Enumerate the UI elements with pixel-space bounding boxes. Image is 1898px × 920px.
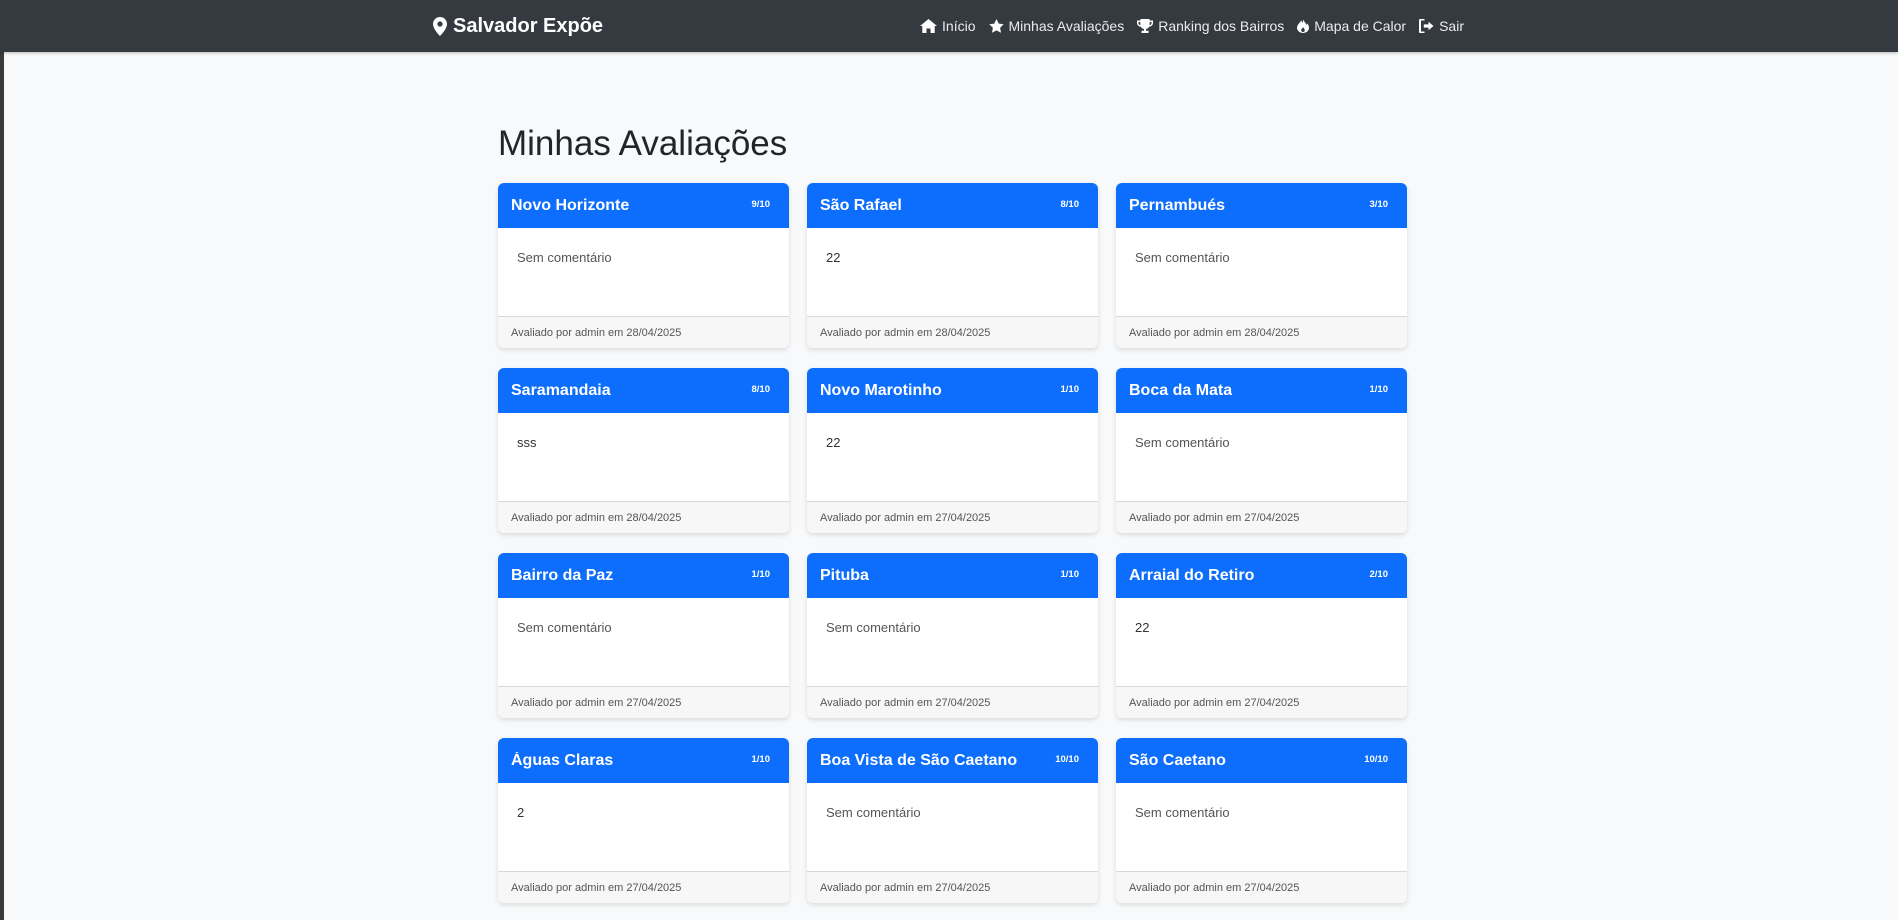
review-footer: Avaliado por admin em 28/04/2025 [498, 316, 789, 348]
review-comment: 22 [826, 435, 841, 450]
card-header: Novo Marotinho 1/10 [807, 368, 1098, 413]
review-comment: Sem comentário [517, 250, 612, 265]
score-badge: 1/10 [1060, 569, 1080, 580]
review-comment: Sem comentário [1135, 435, 1230, 450]
neighborhood-name: Saramandaia [511, 381, 611, 399]
card-header: Bairro da Paz 1/10 [498, 553, 789, 598]
review-card: Saramandaia 8/10 sss Avaliado por admin … [498, 368, 789, 533]
score-badge: 1/10 [751, 754, 771, 765]
neighborhood-name: Pituba [820, 566, 869, 584]
card-header: São Caetano 10/10 [1116, 738, 1407, 783]
score-badge: 1/10 [751, 569, 771, 580]
nav-link-inicio[interactable]: Início [920, 18, 976, 34]
review-comment: Sem comentário [1135, 250, 1230, 265]
review-comment: 2 [517, 805, 525, 820]
neighborhood-name: Águas Claras [511, 751, 614, 769]
card-header: Águas Claras 1/10 [498, 738, 789, 783]
review-footer: Avaliado por admin em 27/04/2025 [498, 686, 789, 718]
neighborhood-name: São Rafael [820, 196, 902, 214]
review-card: São Caetano 10/10 Sem comentário Avaliad… [1116, 738, 1407, 903]
score-badge: 1/10 [1060, 384, 1080, 395]
review-footer: Avaliado por admin em 28/04/2025 [807, 316, 1098, 348]
navbar: Salvador Expõe Início Minhas Avaliações [0, 0, 1898, 52]
review-footer: Avaliado por admin em 27/04/2025 [1116, 871, 1407, 903]
map-marker-icon [433, 16, 447, 36]
review-footer: Avaliado por admin em 27/04/2025 [1116, 686, 1407, 718]
review-card: Boa Vista de São Caetano 10/10 Sem comen… [807, 738, 1098, 903]
nav-link-label: Mapa de Calor [1314, 18, 1407, 34]
review-card: Novo Horizonte 9/10 Sem comentário Avali… [498, 183, 789, 348]
neighborhood-name: Boa Vista de São Caetano [820, 751, 1018, 769]
home-icon [920, 19, 938, 33]
nav-link-label: Início [942, 18, 976, 34]
review-card: Boca da Mata 1/10 Sem comentário Avaliad… [1116, 368, 1407, 533]
score-badge: 8/10 [1060, 199, 1080, 210]
score-badge: 2/10 [1369, 569, 1389, 580]
review-card: Águas Claras 1/10 2 Avaliado por admin e… [498, 738, 789, 903]
card-header: Arraial do Retiro 2/10 [1116, 553, 1407, 598]
review-comment: 22 [1135, 620, 1150, 635]
review-card: Novo Marotinho 1/10 22 Avaliado por admi… [807, 368, 1098, 533]
review-card: Arraial do Retiro 2/10 22 Avaliado por a… [1116, 553, 1407, 718]
card-header: Pernambués 3/10 [1116, 183, 1407, 228]
nav-link-minhas-avaliacoes[interactable]: Minhas Avaliações [988, 18, 1125, 34]
review-footer: Avaliado por admin em 27/04/2025 [807, 871, 1098, 903]
neighborhood-name: São Caetano [1129, 751, 1226, 769]
score-badge: 3/10 [1369, 199, 1389, 210]
card-header: Pituba 1/10 [807, 553, 1098, 598]
nav-link-ranking[interactable]: Ranking dos Bairros [1137, 18, 1284, 34]
page-title: Minhas Avaliações [498, 124, 788, 163]
card-header: Novo Horizonte 9/10 [498, 183, 789, 228]
review-footer: Avaliado por admin em 28/04/2025 [498, 501, 789, 533]
score-badge: 1/10 [1369, 384, 1389, 395]
neighborhood-name: Bairro da Paz [511, 566, 614, 584]
review-card: Pituba 1/10 Sem comentário Avaliado por … [807, 553, 1098, 718]
review-footer: Avaliado por admin em 27/04/2025 [807, 686, 1098, 718]
review-comment: Sem comentário [826, 620, 921, 635]
nav-link-label: Ranking dos Bairros [1158, 18, 1285, 34]
card-header: Boca da Mata 1/10 [1116, 368, 1407, 413]
fire-icon [1297, 19, 1310, 33]
review-card: São Rafael 8/10 22 Avaliado por admin em… [807, 183, 1098, 348]
score-badge: 8/10 [751, 384, 771, 395]
score-badge: 10/10 [1364, 754, 1388, 765]
review-card: Pernambués 3/10 Sem comentário Avaliado … [1116, 183, 1407, 348]
review-comment: Sem comentário [517, 620, 612, 635]
neighborhood-name: Novo Marotinho [820, 381, 942, 399]
neighborhood-name: Boca da Mata [1129, 381, 1233, 399]
review-footer: Avaliado por admin em 27/04/2025 [807, 501, 1098, 533]
nav-link-sair[interactable]: Sair [1419, 18, 1464, 34]
review-comment: Sem comentário [1135, 805, 1230, 820]
card-header: São Rafael 8/10 [807, 183, 1098, 228]
review-comment: Sem comentário [826, 805, 921, 820]
neighborhood-name: Novo Horizonte [511, 196, 630, 214]
brand-name: Salvador Expõe [453, 14, 604, 37]
sign-out-icon [1419, 19, 1434, 33]
card-header: Saramandaia 8/10 [498, 368, 789, 413]
reviews-grid: Novo Horizonte 9/10 Sem comentário Avali… [498, 183, 1407, 903]
card-header: Boa Vista de São Caetano 10/10 [807, 738, 1098, 783]
review-footer: Avaliado por admin em 27/04/2025 [1116, 501, 1407, 533]
review-card: Bairro da Paz 1/10 Sem comentário Avalia… [498, 553, 789, 718]
trophy-icon [1137, 19, 1154, 33]
nav-link-label: Sair [1439, 18, 1464, 34]
nav-link-mapa-de-calor[interactable]: Mapa de Calor [1297, 18, 1406, 34]
nav-link-label: Minhas Avaliações [1008, 18, 1125, 34]
score-badge: 9/10 [751, 199, 771, 210]
score-badge: 10/10 [1055, 754, 1079, 765]
star-icon [988, 19, 1004, 33]
review-footer: Avaliado por admin em 28/04/2025 [1116, 316, 1407, 348]
neighborhood-name: Arraial do Retiro [1129, 566, 1255, 584]
neighborhood-name: Pernambués [1129, 196, 1226, 214]
review-comment: sss [517, 435, 537, 450]
review-comment: 22 [826, 250, 841, 265]
nav-links: Início Minhas Avaliações Ranking dos Bai… [920, 0, 1464, 52]
brand-link[interactable]: Salvador Expõe [433, 0, 603, 52]
review-footer: Avaliado por admin em 27/04/2025 [498, 871, 789, 903]
